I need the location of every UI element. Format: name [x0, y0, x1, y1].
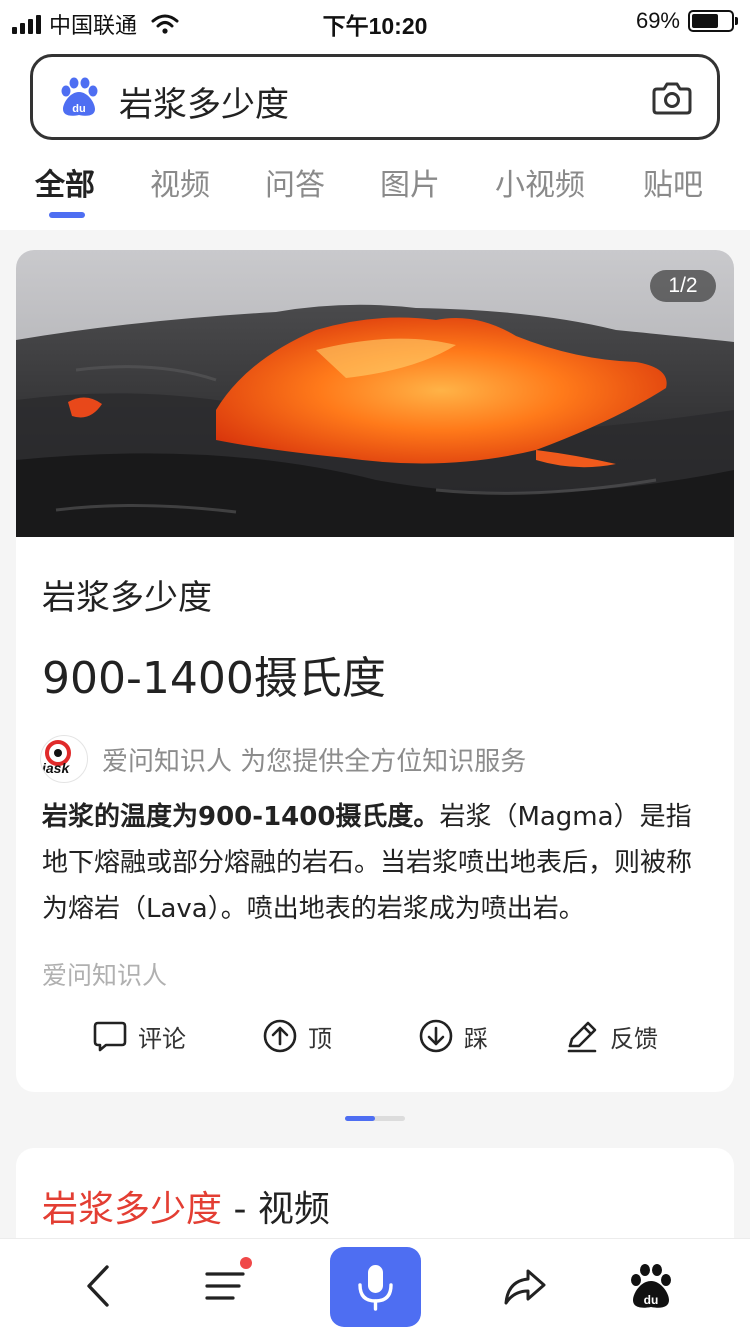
menu-icon — [205, 1272, 245, 1300]
search-header: du 岩浆多少度 全部 视频 问答 图片 小视频 贴吧 — [0, 42, 750, 230]
arrow-down-circle-icon — [419, 1019, 453, 1053]
upvote-label: 顶 — [308, 1024, 332, 1053]
notification-dot — [240, 1257, 252, 1269]
answer-body: 岩浆的温度为900-1400摄氏度。岩浆（Magma）是指地下熔融或部分熔融的岩… — [42, 794, 714, 932]
battery-fill — [692, 14, 719, 28]
downvote-label: 踩 — [464, 1024, 488, 1053]
comment-icon — [93, 1021, 127, 1052]
footer-source[interactable]: 爱问知识人 — [42, 956, 167, 992]
upvote-button[interactable]: 顶 — [262, 1018, 332, 1054]
comment-button[interactable]: 评论 — [92, 1018, 186, 1054]
video-result-title[interactable]: 岩浆多少度 - 视频 — [42, 1180, 330, 1232]
tab-images[interactable]: 图片 — [380, 160, 440, 204]
baidu-logo-icon: du — [61, 77, 98, 116]
iask-logo: iask — [40, 735, 88, 783]
tab-all[interactable]: 全部 — [35, 160, 95, 204]
carousel-pager — [345, 1116, 405, 1121]
source-name: 爱问知识人 为您提供全方位知识服务 — [102, 746, 527, 777]
video-title-highlight: 岩浆多少度 — [42, 1189, 223, 1230]
card-title[interactable]: 岩浆多少度 — [42, 570, 212, 619]
lava-image[interactable] — [16, 250, 734, 537]
comment-label: 评论 — [138, 1024, 186, 1053]
camera-icon[interactable] — [651, 77, 693, 119]
tab-qa[interactable]: 问答 — [265, 160, 325, 204]
baidu-paw-icon[interactable]: du — [626, 1261, 676, 1311]
search-box[interactable]: du 岩浆多少度 — [30, 54, 720, 140]
source-row[interactable]: iask 爱问知识人 为您提供全方位知识服务 — [40, 735, 527, 783]
search-input[interactable]: 岩浆多少度 — [119, 77, 289, 126]
svg-text:du: du — [72, 103, 85, 115]
pencil-icon — [567, 1021, 597, 1053]
share-icon[interactable] — [500, 1261, 550, 1311]
search-results-page: 中国联通 下午10:20 69% du 岩浆多少度 全部 视频 问答 图片 小视… — [0, 0, 750, 1334]
tab-video[interactable]: 视频 — [150, 160, 210, 204]
menu-button[interactable] — [200, 1257, 252, 1311]
status-right: 69% — [635, 8, 738, 34]
microphone-icon — [358, 1265, 393, 1311]
bottom-toolbar: du — [0, 1238, 750, 1334]
tab-short-video[interactable]: 小视频 — [495, 160, 585, 204]
back-icon[interactable] — [74, 1261, 124, 1311]
downvote-button[interactable]: 踩 — [418, 1018, 488, 1054]
svg-text:du: du — [644, 1293, 659, 1307]
answer-value: 900-1400摄氏度 — [42, 653, 386, 704]
result-tabs: 全部 视频 问答 图片 小视频 贴吧 — [0, 160, 750, 220]
arrow-up-circle-icon — [263, 1019, 297, 1053]
iask-logo-text: iask — [42, 760, 70, 776]
image-counter: 1/2 — [650, 270, 716, 302]
active-tab-indicator — [49, 212, 85, 218]
battery-icon — [688, 10, 738, 32]
feedback-button[interactable]: 反馈 — [564, 1018, 658, 1054]
video-title-suffix: - 视频 — [222, 1189, 330, 1230]
answer-body-highlight: 岩浆的温度为900-1400摄氏度。 — [42, 802, 440, 832]
answer-card: 1/2 岩浆多少度 900-1400摄氏度 iask 爱问知识人 为您提供全方位… — [16, 250, 734, 1092]
voice-search-button[interactable] — [330, 1247, 421, 1327]
battery-percent: 69% — [635, 8, 680, 33]
tab-tieba[interactable]: 贴吧 — [643, 160, 703, 204]
action-row: 评论 顶 踩 反馈 — [16, 1018, 734, 1058]
carousel-pager-active — [345, 1116, 375, 1121]
feedback-label: 反馈 — [610, 1024, 658, 1053]
status-bar: 中国联通 下午10:20 69% — [0, 0, 750, 42]
